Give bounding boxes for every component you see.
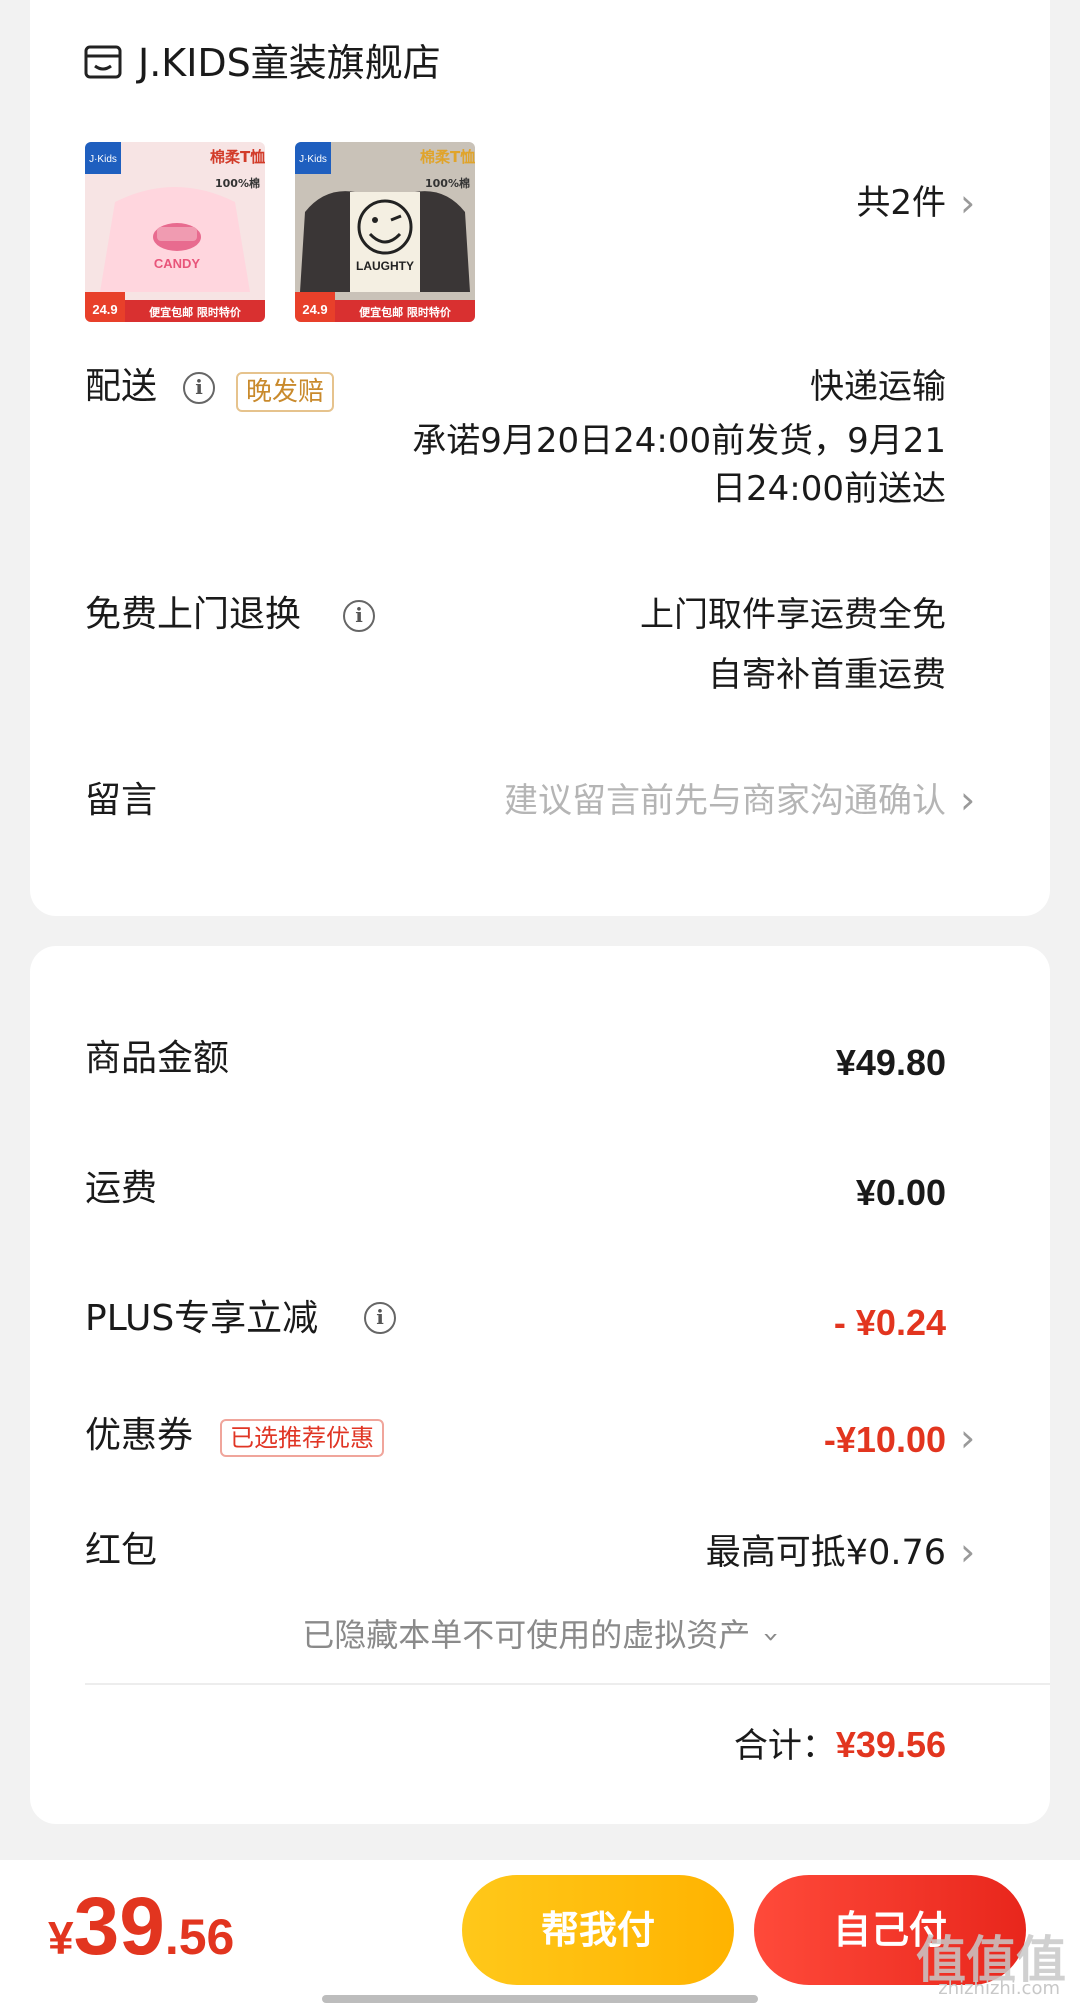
chevron-down-icon: › xyxy=(756,1631,790,1643)
goods-amount-label: 商品金额 xyxy=(85,1038,230,1079)
svg-text:100%棉: 100%棉 xyxy=(215,176,260,190)
svg-text:CANDY: CANDY xyxy=(154,256,201,271)
svg-text:棉柔T恤: 棉柔T恤 xyxy=(420,148,475,166)
info-icon[interactable]: i xyxy=(364,1302,396,1334)
svg-text:24.9: 24.9 xyxy=(302,302,327,317)
hidden-assets-text: 已隐藏本单不可使用的虚拟资产 xyxy=(302,1616,751,1654)
pay-total-decimal: .56 xyxy=(164,1909,235,1965)
pay-total: ¥39.56 xyxy=(48,1880,234,1974)
hidden-assets-toggle[interactable]: 已隐藏本单不可使用的虚拟资产 › xyxy=(30,1612,1050,1660)
red-packet-value[interactable]: 最高可抵¥0.76 xyxy=(706,1528,946,1578)
delivery-label: 配送 xyxy=(85,366,158,407)
message-placeholder[interactable]: 建议留言前先与商家沟通确认 xyxy=(504,776,946,826)
shipping-value: ¥0.00 xyxy=(855,1172,946,1213)
late-compensation-tag: 晚发赔 xyxy=(236,372,335,412)
svg-text:J·Kids: J·Kids xyxy=(299,154,327,165)
red-packet-label: 红包 xyxy=(85,1530,158,1571)
chevron-right-icon[interactable]: › xyxy=(960,183,986,223)
chevron-right-icon[interactable]: › xyxy=(960,1532,986,1572)
payment-bar: ¥39.56 帮我付 自己付 值值值 zhizhizhi.com xyxy=(0,1860,1080,2007)
product-thumbnail[interactable]: J·Kids 棉柔T恤 100%棉 CANDY 24.9 便宜包邮 限时特价 xyxy=(85,142,265,322)
order-total: 合计：¥39.56 xyxy=(734,1720,946,1771)
info-icon[interactable]: i xyxy=(343,600,375,632)
plus-discount-value: - ¥0.24 xyxy=(833,1302,946,1343)
free-return-label: 免费上门退换 xyxy=(85,594,302,635)
divider xyxy=(85,1683,1050,1685)
product-thumbnail[interactable]: J·Kids 棉柔T恤 100%棉 LAUGHTY 24.9 便宜包邮 限时特价 xyxy=(295,142,475,322)
delivery-promise-line1: 承诺9月20日24:00前发货，9月21 xyxy=(412,421,946,461)
svg-text:棉柔T恤: 棉柔T恤 xyxy=(210,148,265,166)
svg-text:24.9: 24.9 xyxy=(92,302,117,317)
free-return-line2: 自寄补首重运费 xyxy=(708,655,946,695)
pay-total-integer: 39 xyxy=(73,1881,165,1972)
price-summary-card: 商品金额 ¥49.80 运费 ¥0.00 PLUS专享立减 i - ¥0.24 … xyxy=(30,946,1050,1824)
currency-symbol: ¥ xyxy=(48,1912,74,1964)
coupon-recommended-tag: 已选推荐优惠 xyxy=(220,1419,384,1457)
store-name[interactable]: J.KIDS童装旗舰店 xyxy=(138,38,441,88)
home-indicator[interactable] xyxy=(322,1995,758,2003)
shipping-label: 运费 xyxy=(85,1168,158,1209)
message-label: 留言 xyxy=(85,780,158,821)
svg-text:便宜包邮 限时特价: 便宜包邮 限时特价 xyxy=(149,305,242,319)
coupon-label: 优惠券 xyxy=(85,1415,194,1456)
total-value: ¥39.56 xyxy=(835,1724,946,1765)
delivery-method[interactable]: 快递运输 xyxy=(810,362,946,412)
help-pay-button[interactable]: 帮我付 xyxy=(462,1875,734,1985)
product-image-laughty-tee: J·Kids 棉柔T恤 100%棉 LAUGHTY 24.9 便宜包邮 限时特价 xyxy=(295,142,475,322)
watermark-url: zhizhizhi.com xyxy=(938,1978,1060,1999)
svg-text:LAUGHTY: LAUGHTY xyxy=(356,259,414,273)
chevron-right-icon[interactable]: › xyxy=(960,1418,986,1458)
plus-discount-label: PLUS专享立减 xyxy=(85,1298,319,1339)
svg-text:便宜包邮 限时特价: 便宜包邮 限时特价 xyxy=(359,305,452,319)
product-image-pink-tee: J·Kids 棉柔T恤 100%棉 CANDY 24.9 便宜包邮 限时特价 xyxy=(85,142,265,322)
item-count[interactable]: 共2件 xyxy=(856,180,946,226)
coupon-value[interactable]: -¥10.00 xyxy=(824,1415,946,1465)
svg-text:J·Kids: J·Kids xyxy=(89,154,117,165)
goods-amount-value: ¥49.80 xyxy=(835,1042,946,1083)
svg-text:100%棉: 100%棉 xyxy=(425,176,470,190)
info-icon[interactable]: i xyxy=(183,372,215,404)
chevron-right-icon[interactable]: › xyxy=(960,780,986,820)
total-label: 合计： xyxy=(733,1726,836,1766)
free-return-line1: 上门取件享运费全免 xyxy=(640,595,946,635)
delivery-promise-line2: 日24:00前送达 xyxy=(712,469,946,509)
store-icon xyxy=(84,45,122,79)
store-card: J.KIDS童装旗舰店 J·Kids 棉柔T恤 100%棉 CANDY 24.9… xyxy=(30,0,1050,916)
